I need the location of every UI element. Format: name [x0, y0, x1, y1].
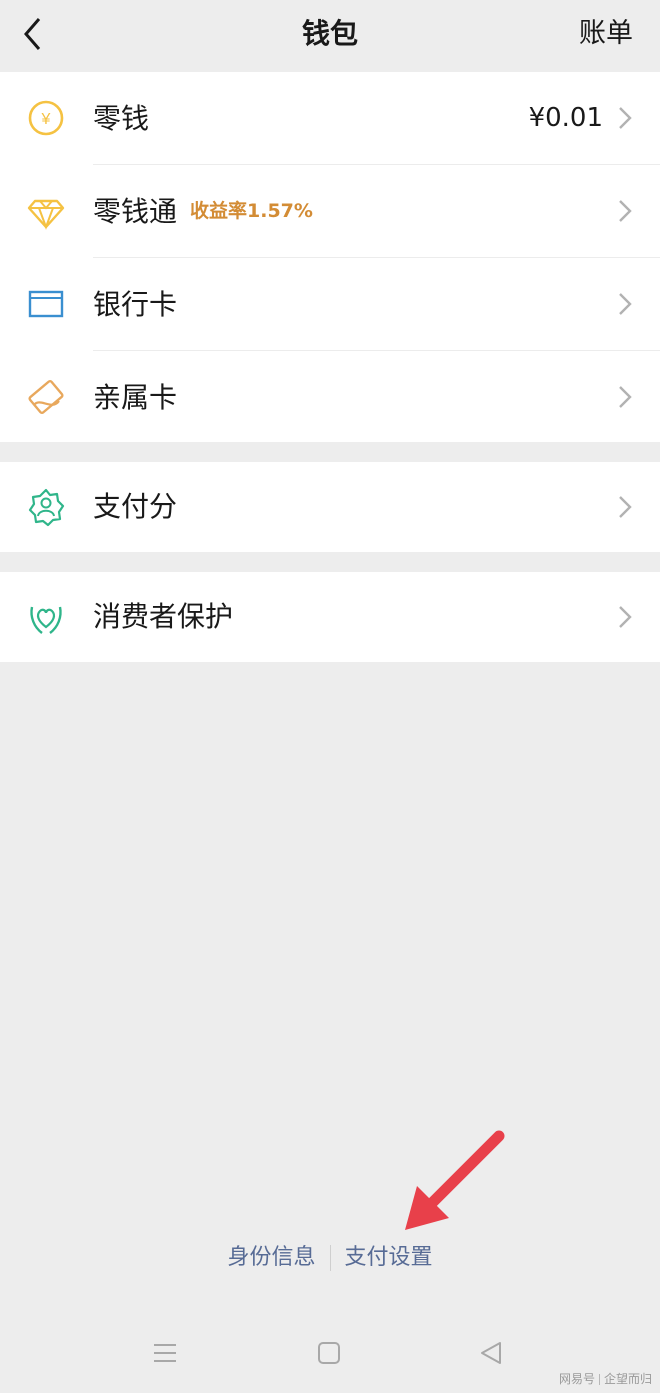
page-title: 钱包	[301, 17, 358, 50]
watermark-source: 网易号	[558, 1372, 595, 1386]
bill-button[interactable]: 账单	[579, 14, 633, 54]
back-triangle-icon[interactable]	[476, 1338, 506, 1368]
red-arrow-annotation	[405, 1130, 505, 1230]
yuan-coin-icon: ¥	[28, 100, 64, 136]
list-item-change[interactable]: ¥ 零钱 ¥0.01	[0, 72, 660, 165]
card-icon	[28, 290, 64, 318]
pay-score-label: 支付分	[93, 490, 178, 523]
watermark-divider	[598, 1374, 600, 1385]
list-item-family-card[interactable]: 亲属卡	[0, 351, 660, 444]
chevron-right-icon	[619, 496, 632, 518]
wallet-main-group: ¥ 零钱 ¥0.01 零钱通 收益率1.57% 银行卡 亲属卡	[0, 72, 660, 442]
consumer-protection-group: 消费者保护	[0, 572, 660, 662]
chevron-right-icon	[619, 293, 632, 315]
change-balance: ¥0.01	[528, 103, 603, 133]
consumer-protection-label: 消费者保护	[93, 600, 234, 633]
family-card-icon	[28, 379, 64, 415]
badge-person-icon	[28, 488, 65, 527]
pay-score-group: 支付分	[0, 462, 660, 552]
yield-rate-text: 收益率1.57%	[190, 200, 313, 222]
chevron-right-icon	[619, 200, 632, 222]
watermark: 网易号 企望而归	[559, 1370, 652, 1387]
chevron-right-icon	[619, 606, 632, 628]
chevron-right-icon	[619, 107, 632, 129]
list-item-lingqiantong[interactable]: 零钱通 收益率1.57%	[0, 165, 660, 258]
list-item-pay-score[interactable]: 支付分	[0, 462, 660, 552]
menu-icon[interactable]	[150, 1338, 180, 1368]
family-card-label: 亲属卡	[93, 381, 178, 414]
list-item-consumer-protection[interactable]: 消费者保护	[0, 572, 660, 662]
change-label: 零钱	[93, 102, 150, 135]
home-square-icon[interactable]	[314, 1338, 344, 1368]
identity-info-link[interactable]: 身份信息	[213, 1238, 329, 1278]
hands-heart-icon	[30, 606, 62, 634]
diamond-icon	[27, 199, 65, 230]
list-item-bank-card[interactable]: 银行卡	[0, 258, 660, 351]
svg-text:¥: ¥	[41, 111, 51, 128]
bottom-links: 身份信息 支付设置	[0, 1238, 660, 1278]
watermark-author: 企望而归	[603, 1372, 652, 1386]
lingqiantong-label: 零钱通	[93, 195, 178, 228]
chevron-right-icon	[619, 386, 632, 408]
header-bar: 钱包 账单	[0, 0, 660, 70]
bank-card-label: 银行卡	[93, 288, 178, 321]
pay-settings-link[interactable]: 支付设置	[331, 1238, 447, 1278]
